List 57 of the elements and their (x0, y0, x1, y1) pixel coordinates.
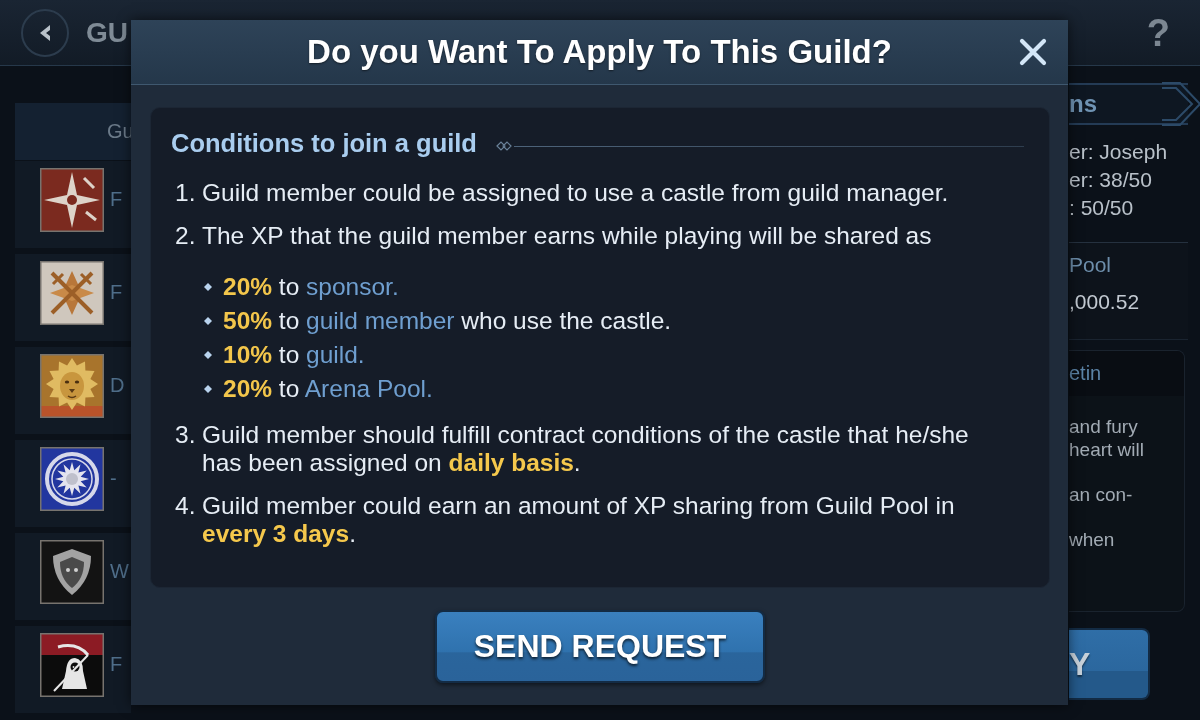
condition-text: Guild member could be assigned to use a castle from guild manager. (202, 179, 950, 207)
diamond-bullet-icon (204, 385, 212, 393)
banner-title: ns (1069, 90, 1098, 118)
bulletin-text: heart will (1069, 438, 1145, 461)
list-number: 2. (175, 222, 197, 250)
guild-row[interactable]: F (15, 626, 131, 713)
chevron-left-icon (38, 23, 52, 42)
bulletin-text: an con- (1069, 483, 1134, 506)
shield-emblem-icon (40, 539, 104, 604)
section-heading: Conditions to join a guild (171, 128, 477, 158)
pool-label: Pool (1069, 252, 1113, 278)
guild-row[interactable]: W (15, 533, 131, 620)
crossed-swords-icon (40, 260, 104, 325)
help-button[interactable]: ? (1146, 13, 1170, 52)
guild-name: F (110, 281, 123, 304)
share-text: 10% to guild. (223, 340, 365, 370)
close-icon (1019, 38, 1047, 66)
detail-text: er: Joseph (1069, 139, 1169, 165)
bulletin-text: and fury (1069, 415, 1139, 438)
diamond-bullet-icon (204, 351, 212, 359)
guild-name: W (110, 560, 129, 583)
detail-text: : 50/50 (1069, 195, 1135, 221)
list-number: 3. (175, 421, 197, 450)
hooded-figure-emblem-icon (40, 632, 104, 697)
bulletin-header: etin (1069, 351, 1184, 396)
page-title: GU (86, 16, 128, 49)
lion-emblem-icon (40, 353, 104, 418)
guild-row[interactable]: F (15, 161, 131, 248)
diamond-bullet-icon (204, 283, 212, 291)
guild-row[interactable]: F (15, 254, 131, 341)
guild-row[interactable]: D (15, 347, 131, 434)
detail-text: er: 38/50 (1069, 167, 1153, 193)
guild-name: - (110, 467, 117, 490)
bulletin-text: when (1069, 528, 1116, 551)
pool-value: ,000.52 (1069, 289, 1141, 315)
dialog-title: Do you Want To Apply To This Guild? (307, 33, 892, 71)
list-number: 4. (175, 492, 197, 521)
condition-text: Guild member should fulfill contract conditions of the castle that he/she has been assigned on daily basis. (202, 421, 970, 477)
diamond-bullet-icon (204, 317, 212, 325)
condition-text: The XP that the guild member earns while playing will be shared as (202, 222, 933, 250)
close-button[interactable] (1019, 38, 1047, 66)
condition-text: Guild member could earn an amount of XP sharing from Guild Pool in every 3 days. (202, 492, 956, 548)
double-chevron-icon (1162, 81, 1200, 127)
send-request-button[interactable]: SEND REQUEST (435, 610, 765, 683)
diamond-ornament-icon (495, 141, 514, 151)
guild-name: F (110, 653, 123, 676)
guild-row[interactable]: - (15, 440, 131, 527)
share-text: 50% to guild member who use the castle. (223, 306, 672, 336)
star-emblem-icon (40, 167, 104, 232)
share-text: 20% to sponsor. (223, 272, 399, 302)
list-number: 1. (175, 179, 197, 207)
guild-name: F (110, 188, 123, 211)
action-button[interactable]: Y (1069, 628, 1150, 700)
sun-emblem-icon (40, 446, 104, 511)
guild-name: D (110, 374, 125, 397)
share-text: 20% to Arena Pool. (223, 374, 433, 404)
back-button[interactable] (21, 8, 69, 57)
